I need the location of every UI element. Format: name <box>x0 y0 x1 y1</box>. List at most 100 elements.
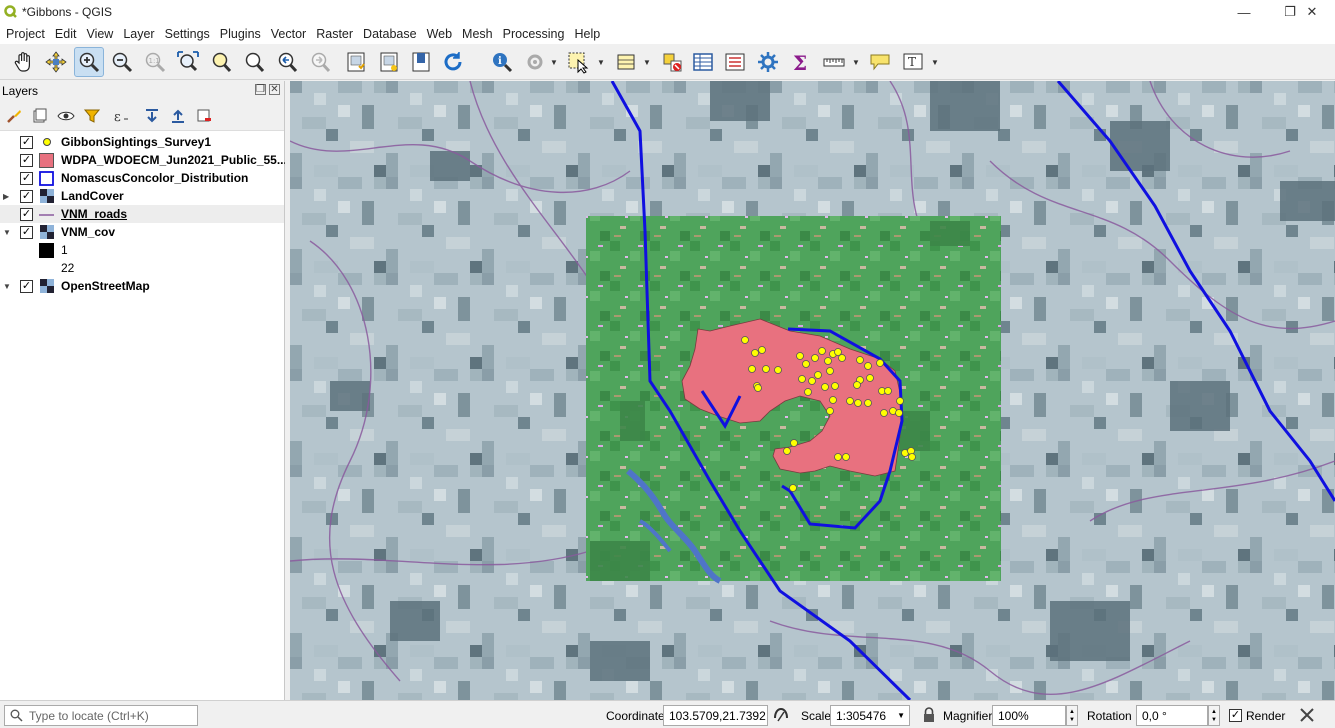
layer-visibility-checkbox[interactable]: ✓ <box>20 171 33 185</box>
map-tips-icon[interactable] <box>865 47 895 77</box>
remove-layer-icon[interactable] <box>194 106 214 126</box>
select-dropdown-icon[interactable]: ▼ <box>597 58 605 67</box>
statistics-sigma-icon[interactable]: Σ <box>786 47 816 77</box>
menu-raster[interactable]: Raster <box>312 27 357 41</box>
annotation-dropdown-icon[interactable]: ▼ <box>931 58 939 67</box>
filter-expression-icon[interactable]: ε <box>108 106 136 126</box>
coordinate-label: Coordinate <box>606 709 665 723</box>
layer-item-vnm-roads[interactable]: ✓ VNM_roads <box>0 205 284 223</box>
deselect-icon[interactable] <box>657 47 687 77</box>
purple-line-icon <box>39 207 54 222</box>
refresh-icon[interactable] <box>438 47 468 77</box>
field-calculator-icon[interactable] <box>720 47 750 77</box>
select-by-value-dropdown-icon[interactable]: ▼ <box>643 58 651 67</box>
locate-search-input[interactable]: Type to locate (Ctrl+K) <box>4 705 198 726</box>
collapse-all-icon[interactable] <box>168 106 188 126</box>
legend-label: 22 <box>61 261 75 275</box>
layer-name: VNM_cov <box>61 225 116 239</box>
layer-item-gibbon-sightings[interactable]: ✓ GibbonSightings_Survey1 <box>0 133 284 151</box>
layer-visibility-checkbox[interactable]: ✓ <box>20 189 33 203</box>
rotation-label: Rotation <box>1087 709 1132 723</box>
minimize-icon[interactable]: — <box>1221 0 1267 24</box>
expand-all-icon[interactable] <box>142 106 162 126</box>
legend-item-1: 1 <box>0 241 284 259</box>
pink-polygon-icon <box>39 152 54 168</box>
style-manager-icon[interactable] <box>4 106 24 126</box>
messages-icon[interactable] <box>1298 706 1316 724</box>
rotation-spinner[interactable]: ▲ ▼ <box>1208 705 1220 726</box>
select-features-icon[interactable] <box>563 47 593 77</box>
scale-value: 1:305476 <box>836 708 887 723</box>
new-map-view-icon[interactable] <box>406 47 436 77</box>
svg-text:Σ: Σ <box>793 51 807 74</box>
layer-visibility-checkbox[interactable]: ✓ <box>20 279 33 293</box>
float-panel-icon[interactable]: ❐ <box>255 84 266 95</box>
rotation-field[interactable]: 0,0 ° <box>1136 705 1208 726</box>
pan-to-selection-icon[interactable] <box>41 47 71 77</box>
menu-mesh[interactable]: Mesh <box>458 27 497 41</box>
layer-item-wdpa[interactable]: ✓ WDPA_WDOECM_Jun2021_Public_55... <box>0 151 287 169</box>
layer-visibility-checkbox[interactable]: ✓ <box>20 153 33 167</box>
expand-arrow-icon[interactable]: ▶ <box>3 192 9 201</box>
layer-visibility-checkbox[interactable]: ✓ <box>20 135 33 149</box>
zoom-next-icon[interactable] <box>305 47 335 77</box>
show-bookmarks-icon[interactable] <box>374 47 404 77</box>
layer-name: GibbonSightings_Survey1 <box>61 135 212 149</box>
lock-scale-icon[interactable] <box>922 707 936 723</box>
select-by-value-icon[interactable] <box>611 47 641 77</box>
layer-item-nomascus-distribution[interactable]: ✓ NomascusConcolor_Distribution <box>0 169 284 187</box>
new-bookmark-icon[interactable] <box>341 47 371 77</box>
identify-icon[interactable]: i <box>487 47 517 77</box>
layer-visibility-checkbox[interactable]: ✓ <box>20 225 33 239</box>
collapse-arrow-icon[interactable]: ▼ <box>3 282 11 291</box>
menu-view[interactable]: View <box>82 27 117 41</box>
menu-project[interactable]: Project <box>2 27 49 41</box>
layer-name: LandCover <box>61 189 124 203</box>
layer-item-landcover[interactable]: ▶ ✓ LandCover <box>0 187 284 205</box>
zoom-full-icon[interactable] <box>173 47 203 77</box>
coordinate-field[interactable]: 103.5709,21.7392 <box>663 705 768 726</box>
collapse-arrow-icon[interactable]: ▼ <box>3 228 11 237</box>
add-group-icon[interactable] <box>30 106 50 126</box>
menu-database[interactable]: Database <box>359 27 421 41</box>
measure-dropdown-icon[interactable]: ▼ <box>852 58 860 67</box>
filter-legend-icon[interactable] <box>82 106 102 126</box>
scale-combobox[interactable]: 1:305476 ▼ <box>830 705 910 726</box>
action-dropdown-icon[interactable]: ▼ <box>550 58 558 67</box>
layer-item-vnm-cov[interactable]: ▼ ✓ VNM_cov <box>0 223 284 241</box>
map-svg <box>290 81 1335 700</box>
attribute-table-icon[interactable] <box>688 47 718 77</box>
menu-processing[interactable]: Processing <box>499 27 569 41</box>
toggle-extents-icon[interactable] <box>772 706 790 724</box>
menu-web[interactable]: Web <box>423 27 456 41</box>
action-icon[interactable] <box>520 47 550 77</box>
map-canvas[interactable] <box>290 81 1335 700</box>
menu-settings[interactable]: Settings <box>161 27 214 41</box>
text-annotation-icon[interactable]: T <box>898 47 928 77</box>
zoom-in-icon[interactable] <box>74 47 104 77</box>
close-icon[interactable]: ✕ <box>1289 0 1335 24</box>
manage-visibility-icon[interactable] <box>56 106 76 126</box>
menu-help[interactable]: Help <box>570 27 604 41</box>
zoom-native-icon[interactable]: 1:1 <box>140 47 170 77</box>
measure-icon[interactable] <box>819 47 849 77</box>
zoom-last-icon[interactable] <box>272 47 302 77</box>
zoom-out-icon[interactable] <box>107 47 137 77</box>
legend-label: 1 <box>61 243 68 257</box>
menu-plugins[interactable]: Plugins <box>216 27 265 41</box>
magnifier-field[interactable]: 100% <box>992 705 1066 726</box>
close-panel-icon[interactable]: ✕ <box>269 84 280 95</box>
layer-item-openstreetmap[interactable]: ▼ ✓ OpenStreetMap <box>0 277 284 295</box>
menu-edit[interactable]: Edit <box>51 27 81 41</box>
render-checkbox[interactable]: ✓ <box>1229 709 1242 722</box>
pan-hand-icon[interactable] <box>9 47 39 77</box>
layers-panel-title: Layers <box>2 84 39 98</box>
toolbox-icon[interactable] <box>753 47 783 77</box>
layer-visibility-checkbox[interactable]: ✓ <box>20 207 33 221</box>
zoom-to-selection-icon[interactable] <box>206 47 236 77</box>
menu-layer[interactable]: Layer <box>119 27 158 41</box>
legend-item-22: 22 <box>0 259 284 277</box>
magnifier-spinner[interactable]: ▲ ▼ <box>1066 705 1078 726</box>
menu-vector[interactable]: Vector <box>267 27 310 41</box>
zoom-to-layer-icon[interactable] <box>239 47 269 77</box>
